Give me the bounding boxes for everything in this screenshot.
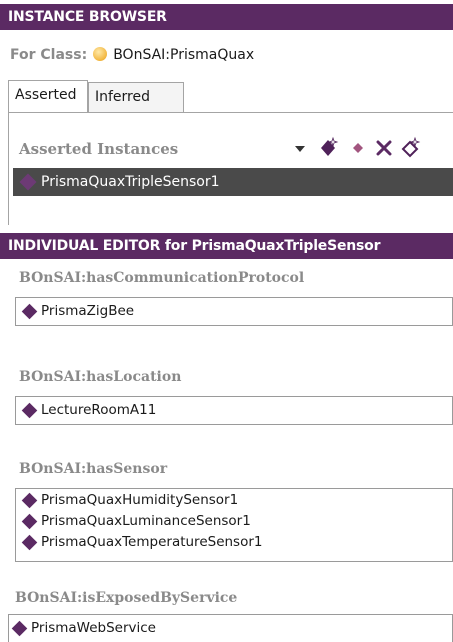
property-value: PrismaWebService [31, 620, 156, 636]
has-communication-protocol-field[interactable]: PrismaZigBee [15, 297, 453, 326]
individual-diamond-icon [21, 303, 38, 320]
instance-diamond-icon [19, 173, 37, 191]
individual-diamond-icon [21, 492, 38, 509]
edit-instance-icon[interactable] [398, 134, 426, 162]
individual-diamond-icon [21, 534, 38, 551]
dropdown-arrow-icon[interactable] [286, 134, 314, 162]
individual-editor-title: INDIVIDUAL EDITOR for PrismaQuaxTripleSe… [0, 233, 453, 259]
tab-asserted[interactable]: Asserted [8, 80, 88, 112]
property-value-row[interactable]: PrismaWebService [9, 618, 452, 639]
class-icon [93, 47, 108, 61]
asserted-instances-header: Asserted Instances [19, 140, 179, 158]
property-label-has-location: BOnSAI:hasLocation [19, 369, 182, 385]
property-value: PrismaQuaxTemperatureSensor1 [41, 534, 263, 550]
is-exposed-by-service-field[interactable]: PrismaWebService [8, 614, 453, 642]
tab-inferred[interactable]: Inferred [88, 82, 184, 112]
property-value: LectureRoomA11 [41, 402, 157, 418]
instance-browser-title: INSTANCE BROWSER [0, 4, 453, 30]
add-instance-icon[interactable] [314, 134, 342, 162]
has-sensor-field[interactable]: PrismaQuaxHumiditySensor1 PrismaQuaxLumi… [15, 488, 453, 562]
has-location-field[interactable]: LectureRoomA11 [15, 396, 453, 425]
property-value: PrismaQuaxLuminanceSensor1 [41, 513, 251, 529]
for-class-label: For Class: [10, 47, 88, 63]
property-value: PrismaQuaxHumiditySensor1 [41, 492, 239, 508]
property-value-row[interactable]: PrismaQuaxHumiditySensor1 [16, 490, 452, 511]
instance-label: PrismaQuaxTripleSensor1 [41, 174, 220, 190]
property-label-has-communication-protocol: BOnSAI:hasCommunicationProtocol [19, 270, 305, 286]
delete-instance-icon[interactable] [370, 134, 398, 162]
property-value-row[interactable]: PrismaZigBee [16, 301, 452, 322]
for-class-row: For Class: BOnSAI:PrismaQuax [10, 44, 254, 66]
property-value: PrismaZigBee [41, 303, 135, 319]
property-label-has-sensor: BOnSAI:hasSensor [19, 461, 168, 477]
property-value-row[interactable]: LectureRoomA11 [16, 400, 452, 421]
property-value-row[interactable]: PrismaQuaxTemperatureSensor1 [16, 532, 452, 553]
property-value-row[interactable]: PrismaQuaxLuminanceSensor1 [16, 511, 452, 532]
individual-diamond-icon [11, 620, 28, 637]
individual-diamond-icon [21, 513, 38, 530]
property-label-is-exposed-by-service: BOnSAI:isExposedByService [15, 590, 238, 606]
for-class-value: BOnSAI:PrismaQuax [113, 47, 255, 63]
individual-diamond-icon [21, 402, 38, 419]
instance-row[interactable]: PrismaQuaxTripleSensor1 [13, 168, 453, 196]
instance-diamond-icon[interactable] [344, 134, 372, 162]
